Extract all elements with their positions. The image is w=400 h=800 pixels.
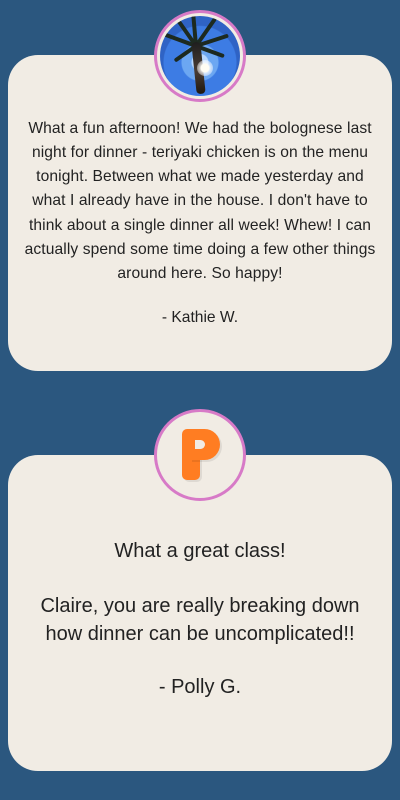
avatar xyxy=(154,10,246,102)
testimonial-quote: Claire, you are really breaking down how… xyxy=(40,595,360,645)
testimonials-page: What a fun afternoon! We had the bologne… xyxy=(0,0,400,800)
orange-p-logo-icon xyxy=(174,426,226,484)
testimonial-card-polly: What a great class! Claire, you are real… xyxy=(8,455,392,771)
testimonial-card-kathie: What a fun afternoon! We had the bologne… xyxy=(8,55,392,371)
testimonial-author: - Kathie W. xyxy=(161,309,239,327)
avatar xyxy=(154,409,246,501)
palm-tree-photo-icon xyxy=(160,16,240,96)
testimonial-heading: What a great class! xyxy=(114,540,286,562)
testimonial-quote: What a fun afternoon! We had the bologne… xyxy=(24,120,376,282)
testimonial-author: - Polly G. xyxy=(158,676,242,698)
